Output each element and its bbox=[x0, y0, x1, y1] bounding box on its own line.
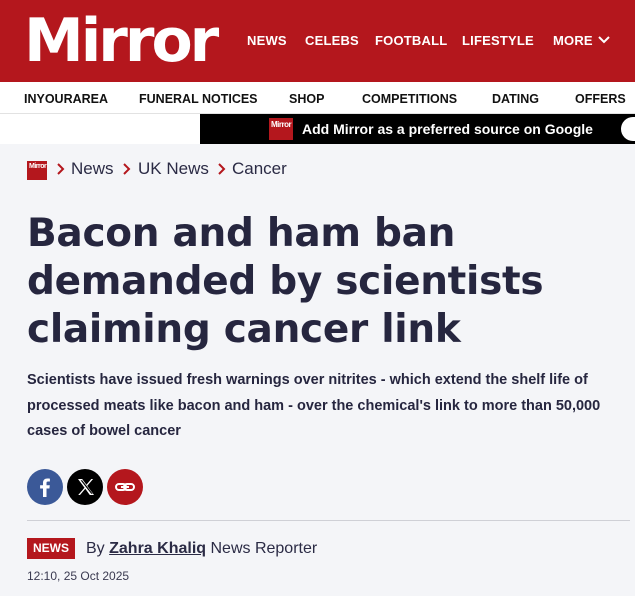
secnav-dating[interactable]: DATING bbox=[492, 92, 539, 106]
chevron-right-icon bbox=[57, 163, 65, 175]
promo-text[interactable]: Add Mirror as a preferred source on Goog… bbox=[302, 121, 593, 137]
breadcrumb-home-logo[interactable]: Mirror bbox=[27, 161, 47, 180]
chevron-right-icon bbox=[218, 163, 226, 175]
byline-by: By bbox=[86, 540, 105, 557]
secnav-inyourarea[interactable]: INYOURAREA bbox=[24, 92, 108, 106]
breadcrumb-uk-news[interactable]: UK News bbox=[138, 159, 209, 179]
article-headline: Bacon and ham ban demanded by scientists… bbox=[27, 211, 544, 352]
publish-timestamp: 12:10, 25 Oct 2025 bbox=[27, 569, 130, 583]
breadcrumb-cancer[interactable]: Cancer bbox=[232, 159, 287, 179]
byline: By Zahra Khaliq News Reporter bbox=[86, 540, 317, 558]
author-role: News Reporter bbox=[210, 540, 318, 557]
x-icon bbox=[78, 479, 94, 495]
nav-news[interactable]: NEWS bbox=[247, 33, 287, 48]
share-facebook-button[interactable] bbox=[27, 469, 63, 505]
nav-more[interactable]: MORE bbox=[553, 33, 593, 48]
share-x-button[interactable] bbox=[67, 469, 103, 505]
nav-lifestyle[interactable]: LIFESTYLE bbox=[462, 33, 534, 48]
chevron-right-icon bbox=[123, 163, 131, 175]
secnav-competitions[interactable]: COMPETITIONS bbox=[362, 92, 457, 106]
secondary-nav: INYOURAREA FUNERAL NOTICES SHOP COMPETIT… bbox=[0, 82, 635, 114]
chevron-down-icon[interactable] bbox=[597, 33, 611, 47]
article-standfirst: Scientists have issued fresh warnings ov… bbox=[27, 372, 601, 439]
secnav-shop[interactable]: SHOP bbox=[289, 92, 324, 106]
google-source-promo[interactable]: Mirror Add Mirror as a preferred source … bbox=[200, 114, 635, 144]
facebook-icon bbox=[40, 478, 50, 497]
promo-mirror-logo: Mirror bbox=[269, 118, 293, 140]
breadcrumb-news[interactable]: News bbox=[71, 159, 114, 179]
nav-celebs[interactable]: CELEBS bbox=[305, 33, 359, 48]
nav-football[interactable]: FOOTBALL bbox=[375, 33, 447, 48]
link-icon bbox=[115, 483, 135, 491]
masthead: Mirror NEWS CELEBS FOOTBALL LIFESTYLE MO… bbox=[0, 0, 635, 82]
secnav-offers[interactable]: OFFERS bbox=[575, 92, 626, 106]
secnav-funeral-notices[interactable]: FUNERAL NOTICES bbox=[139, 92, 258, 106]
category-badge[interactable]: NEWS bbox=[27, 538, 75, 559]
article-page: Mirror News UK News Cancer Bacon and ham… bbox=[0, 144, 635, 596]
mirror-logo[interactable]: Mirror bbox=[24, 6, 219, 76]
copy-link-button[interactable] bbox=[107, 469, 143, 505]
byline-divider bbox=[27, 520, 630, 521]
promo-toggle[interactable] bbox=[621, 117, 635, 141]
author-link[interactable]: Zahra Khaliq bbox=[109, 540, 206, 557]
